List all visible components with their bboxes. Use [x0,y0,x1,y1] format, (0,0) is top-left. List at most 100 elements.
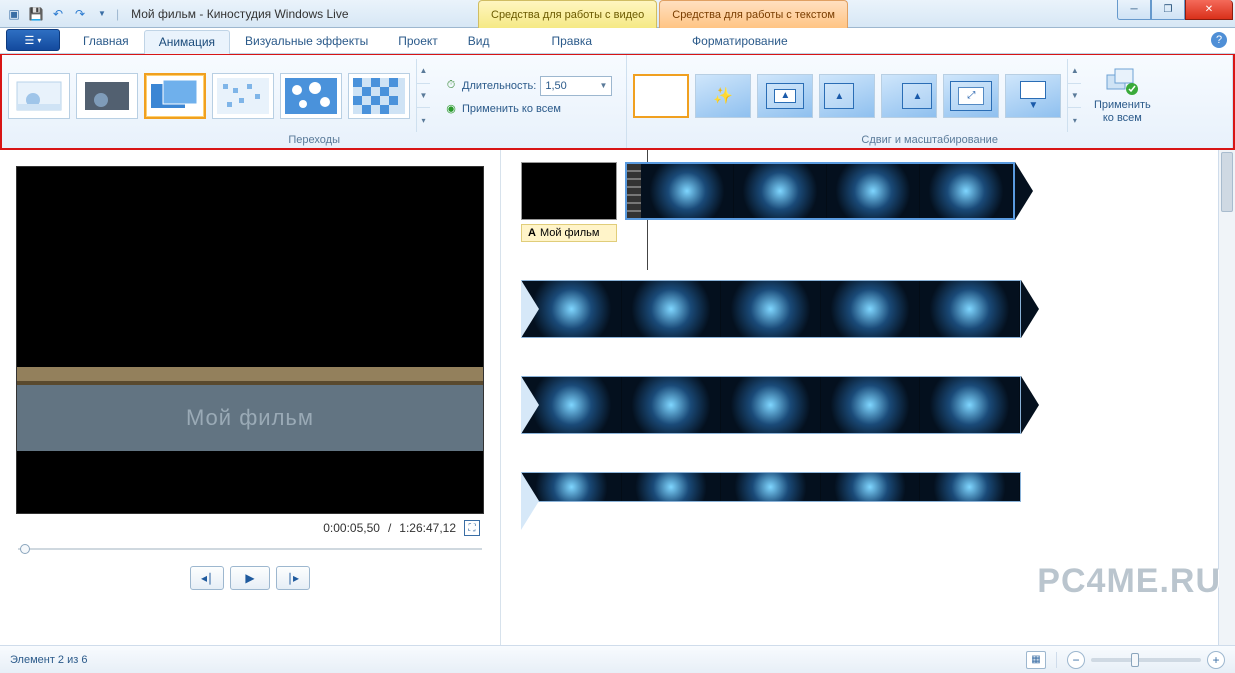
seek-slider[interactable] [18,544,482,554]
panzoom-in-center[interactable]: ▲ [757,74,813,118]
apply-all-icon: ◉ [444,102,458,116]
play-button[interactable]: ▶ [230,566,270,590]
help-button[interactable]: ? [1211,32,1227,48]
arrow-up-icon: ⤢ [967,90,975,101]
filmstrip-icon [627,164,641,218]
group-label-panzoom: Сдвиг и масштабирование [633,132,1226,146]
prev-frame-button[interactable]: ◂∣ [190,566,224,590]
app-icon: ▣ [6,6,22,22]
qat-dropdown-icon[interactable]: ▼ [94,6,110,22]
timeline-row-4 [521,472,1219,502]
duration-label: Длительность: [462,80,536,92]
undo-icon[interactable]: ↶ [50,6,66,22]
contextual-tab-headers: Средства для работы с видео Средства для… [478,0,850,28]
panzoom-auto[interactable]: ✨ [695,74,751,118]
tab-view[interactable]: Вид [453,29,505,53]
panzoom-out-center[interactable]: ⤢ [943,74,999,118]
status-bar: Элемент 2 из 6 ▦ − + [0,645,1235,673]
watermark: PC4ME.RU [1037,562,1221,601]
redo-icon[interactable]: ↷ [72,6,88,22]
quick-access-toolbar: ▣ 💾 ↶ ↷ ▼ | [0,6,125,22]
time-current: 0:00:05,50 [323,521,380,535]
scroll-down-icon[interactable]: ▼ [417,84,430,109]
zoom-in-button[interactable]: + [1207,651,1225,669]
group-label-transitions: Переходы [8,132,620,146]
title-clip[interactable]: A Мой фильм [521,162,617,242]
tab-edit[interactable]: Правка [536,29,607,53]
preview-pane: Мой фильм 0:00:05,50/ 1:26:47,12 ⛶ ◂∣ ▶ … [0,150,500,645]
video-clip-2[interactable] [521,280,1021,338]
duration-input[interactable]: 1,50 ▼ [540,76,612,96]
status-text: Элемент 2 из 6 [10,654,87,666]
zoom-slider[interactable] [1091,658,1201,662]
panzoom-out-down[interactable]: ▼ [1005,74,1061,118]
scroll-down-icon[interactable]: ▼ [1068,84,1081,109]
fullscreen-button[interactable]: ⛶ [464,520,480,536]
next-frame-button[interactable]: ∣▸ [276,566,310,590]
tab-animation[interactable]: Анимация [144,30,230,54]
scroll-up-icon[interactable]: ▲ [417,59,430,84]
timeline-row-1: A Мой фильм [521,162,1219,242]
dropdown-icon: ▼ [599,81,607,90]
apply-all-label: Применить ко всем [1094,99,1151,123]
tab-format[interactable]: Форматирование [677,29,803,53]
apply-all-panzoom-button[interactable]: Применить ко всем [1087,67,1157,123]
video-preview[interactable]: Мой фильм [16,166,484,514]
transitions-gallery-dropdown[interactable]: ▲ ▼ ▾ [416,59,430,132]
transition-checker[interactable] [348,73,410,119]
expand-gallery-icon[interactable]: ▾ [417,108,430,132]
maximize-button[interactable]: ❐ [1151,0,1185,20]
video-clip-4[interactable] [521,472,1021,502]
content-area: Мой фильм 0:00:05,50/ 1:26:47,12 ⛶ ◂∣ ▶ … [0,150,1235,645]
panzoom-gallery-dropdown[interactable]: ▲ ▼ ▾ [1067,59,1081,132]
arrow-down-icon: ▼ [1028,100,1038,111]
context-tab-video[interactable]: Средства для работы с видео [478,0,657,28]
title-clip-caption: A Мой фильм [521,224,617,242]
wand-icon: ✨ [713,86,733,106]
apply-all-transitions[interactable]: Применить ко всем [462,103,561,115]
transition-pixelate[interactable] [212,73,274,119]
window-buttons: ─ ❐ ✕ [1117,0,1233,20]
transition-none[interactable] [8,73,70,119]
time-total: 1:26:47,12 [399,521,456,535]
file-menu-button[interactable]: ☰▾ [6,29,60,51]
apply-all-big-icon [1105,67,1139,97]
transition-dissolve[interactable] [280,73,342,119]
timeline-pane: A Мой фильм [500,150,1235,645]
zoom-out-button[interactable]: − [1067,651,1085,669]
text-icon: A [528,227,536,239]
scroll-up-icon[interactable]: ▲ [1068,59,1081,84]
title-clip-thumb [521,162,617,220]
arrow-up-icon: ▲ [834,91,844,102]
tab-project[interactable]: Проект [383,29,453,53]
ribbon-animation: ▲ ▼ ▾ ⏱ Длительность: 1,50 ▼ ◉ Применить… [0,54,1235,150]
duration-icon: ⏱ [444,79,458,93]
video-clip-1[interactable] [625,162,1015,220]
timeline-row-3 [521,376,1219,434]
playback-controls: ◂∣ ▶ ∣▸ [16,566,484,590]
title-bar: ▣ 💾 ↶ ↷ ▼ | Мой фильм - Киностудия Windo… [0,0,1235,28]
expand-gallery-icon[interactable]: ▾ [1068,108,1081,132]
preview-title-overlay: Мой фильм [186,405,314,431]
view-thumbnails-button[interactable]: ▦ [1026,651,1046,669]
panzoom-none[interactable] [633,74,689,118]
tab-home[interactable]: Главная [68,29,144,53]
window-title: Мой фильм - Киностудия Windows Live [131,7,348,21]
transition-crossfade[interactable] [76,73,138,119]
ribbon-tab-strip: ☰▾ Главная Анимация Визуальные эффекты П… [0,28,1235,54]
close-button[interactable]: ✕ [1185,0,1233,20]
arrow-up-icon: ▲ [780,90,790,101]
arrow-up-icon: ▲ [912,91,922,102]
minimize-button[interactable]: ─ [1117,0,1151,20]
tab-visual-effects[interactable]: Визуальные эффекты [230,29,383,53]
duration-value: 1,50 [545,80,566,92]
panzoom-in-right[interactable]: ▲ [881,74,937,118]
timeline-row-2 [521,280,1219,338]
zoom-control: − + [1067,651,1225,669]
video-clip-3[interactable] [521,376,1021,434]
panzoom-in-left[interactable]: ▲ [819,74,875,118]
context-tab-text[interactable]: Средства для работы с текстом [659,0,848,28]
menu-icon: ☰ [25,34,35,47]
transition-slide[interactable] [144,73,206,119]
save-icon[interactable]: 💾 [28,6,44,22]
